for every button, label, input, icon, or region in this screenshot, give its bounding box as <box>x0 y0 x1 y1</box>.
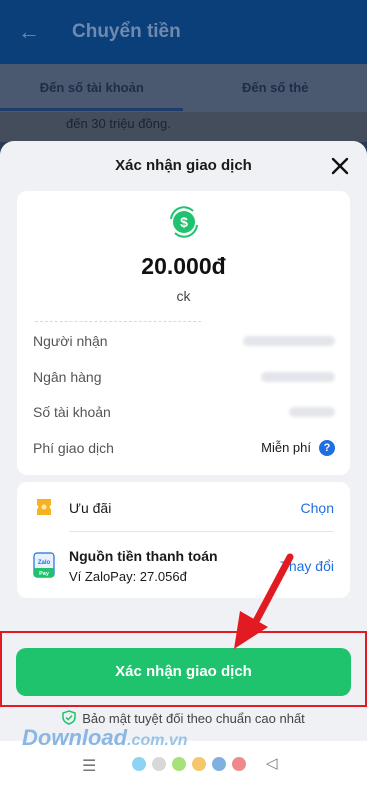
security-note: Bảo mật tuyệt đối theo chuẩn cao nhất <box>0 710 367 726</box>
tab-account-number[interactable]: Đến số tài khoản <box>0 64 184 112</box>
bank-label: Ngân hàng <box>33 369 102 385</box>
tab-card-number[interactable]: Đến số thẻ <box>184 64 367 112</box>
payment-card: Ưu đãi Chọn Zalo Pay Nguồn tiền thanh to… <box>17 482 350 598</box>
background-title: Chuyển tiền <box>72 21 181 42</box>
svg-text:Pay: Pay <box>39 571 50 577</box>
svg-text:Zalo: Zalo <box>38 560 51 566</box>
payment-source-balance: Ví ZaloPay: 27.056đ <box>69 569 187 584</box>
tab-underline <box>0 108 183 111</box>
back-arrow-icon[interactable]: ← <box>18 19 42 45</box>
row-fee: Phí giao dịch Miễn phí ? <box>33 437 335 459</box>
row-account-number: Số tài khoản <box>33 401 335 423</box>
amount: 20.000đ <box>141 253 226 279</box>
watermark: Download.com.vn <box>22 725 188 751</box>
promo-label: Ưu đãi <box>69 500 112 516</box>
zalopay-icon: Zalo Pay <box>33 552 55 578</box>
watermark-suffix: .com.vn <box>127 732 188 749</box>
background-tabs: Đến số tài khoản Đến số thẻ <box>0 64 367 112</box>
row-recipient: Người nhận <box>33 330 335 352</box>
account-number-value-blurred <box>289 407 335 417</box>
recipient-label: Người nhận <box>33 333 108 349</box>
dashed-divider <box>35 321 201 322</box>
back-triangle-icon[interactable]: ◁ <box>266 754 278 772</box>
annotation-arrow-icon <box>234 553 294 649</box>
nav-dot <box>192 757 206 771</box>
help-icon[interactable]: ? <box>319 440 335 456</box>
nav-dot <box>172 757 186 771</box>
sheet-header: Xác nhận giao dịch <box>0 141 367 191</box>
confirm-sheet: Xác nhận giao dịch $ 20.000đ ck Người nh… <box>0 141 367 741</box>
money-exchange-icon: $ <box>170 206 198 238</box>
card-divider <box>69 531 334 532</box>
bank-value-blurred <box>261 372 335 382</box>
promo-choose-link[interactable]: Chọn <box>301 500 334 516</box>
transaction-card: $ 20.000đ ck Người nhận Ngân hàng Số tài… <box>17 191 350 475</box>
background-header: ← Chuyển tiền <box>0 0 367 64</box>
watermark-main: Download <box>22 725 128 750</box>
shield-icon <box>62 710 76 725</box>
account-number-label: Số tài khoản <box>33 404 111 420</box>
nav-dot <box>212 757 226 771</box>
nav-dot <box>152 757 166 771</box>
svg-text:$: $ <box>180 214 188 230</box>
sheet-title: Xác nhận giao dịch <box>115 157 252 174</box>
row-bank: Ngân hàng <box>33 366 335 388</box>
confirm-transaction-button[interactable]: Xác nhận giao dịch <box>16 648 351 696</box>
payment-source-title: Nguồn tiền thanh toán <box>69 548 218 564</box>
fee-label: Phí giao dịch <box>33 440 114 456</box>
transfer-note: ck <box>176 288 191 304</box>
gift-icon <box>37 499 51 515</box>
recipient-value-blurred <box>243 336 335 346</box>
security-text: Bảo mật tuyệt đối theo chuẩn cao nhất <box>82 711 305 726</box>
nav-dots <box>132 757 246 771</box>
menu-icon[interactable]: ☰ <box>82 756 96 776</box>
fee-value: Miễn phí <box>261 440 311 455</box>
close-icon[interactable] <box>327 153 353 179</box>
background-note: đến 30 triệu đồng. <box>0 112 367 142</box>
nav-dot <box>132 757 146 771</box>
nav-dot <box>232 757 246 771</box>
